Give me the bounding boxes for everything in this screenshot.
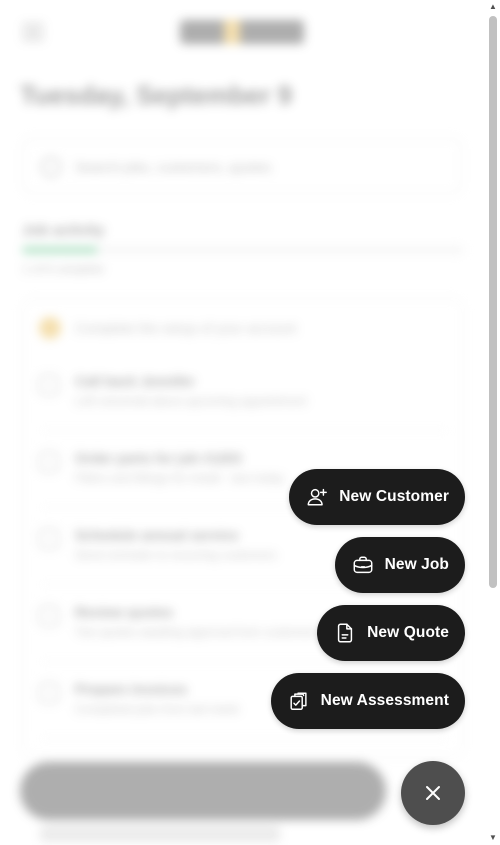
scrollbar[interactable]: ▲ ▼ [486, 0, 500, 845]
clipboard-check-icon [287, 689, 311, 713]
new-quote-label: New Quote [367, 624, 449, 641]
scroll-thumb[interactable] [489, 16, 497, 588]
new-quote-button[interactable]: New Quote [317, 605, 465, 661]
new-customer-button[interactable]: New Customer [289, 469, 465, 525]
new-customer-label: New Customer [339, 488, 449, 505]
new-job-button[interactable]: New Job [334, 537, 465, 593]
add-user-icon [305, 485, 329, 509]
close-fab-button[interactable] [401, 761, 465, 825]
new-job-label: New Job [384, 556, 449, 573]
new-assessment-label: New Assessment [320, 692, 449, 709]
document-icon [333, 621, 357, 645]
close-icon [426, 786, 440, 800]
new-assessment-button[interactable]: New Assessment [270, 673, 465, 729]
scroll-up-arrow-icon[interactable]: ▲ [489, 3, 497, 11]
briefcase-icon [351, 553, 375, 577]
scroll-down-arrow-icon[interactable]: ▼ [489, 834, 497, 842]
